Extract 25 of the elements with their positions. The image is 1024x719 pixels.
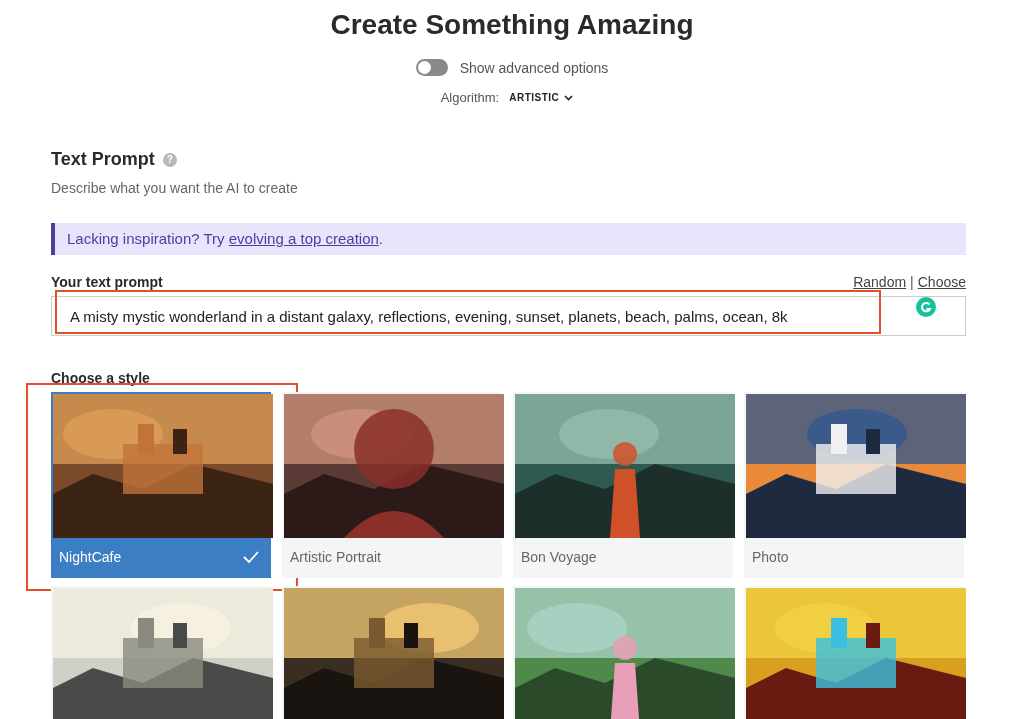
field-label: Your text prompt bbox=[51, 274, 163, 290]
toggle-switch[interactable] bbox=[415, 59, 448, 76]
prompt-link[interactable]: Random bbox=[853, 274, 907, 290]
style-label: Bon Voyage bbox=[521, 549, 597, 565]
toggle-label: Show advanced options bbox=[459, 59, 609, 76]
caret-icon bbox=[564, 94, 574, 101]
style-card[interactable]: Artistic Portrait bbox=[282, 392, 502, 578]
style-card[interactable]: Photo bbox=[744, 392, 964, 578]
style-label: Artistic Portrait bbox=[290, 549, 381, 565]
page-title: Create Something Amazing bbox=[329, 8, 695, 42]
section-heading: Text Prompt bbox=[51, 149, 155, 170]
checkmark-icon bbox=[243, 551, 259, 563]
style-card[interactable]: Bon Voyage bbox=[513, 392, 733, 578]
style-label: NightCafe bbox=[59, 549, 122, 565]
algorithm-dropdown[interactable]: ARTISTIC bbox=[509, 92, 574, 103]
style-label: Photo bbox=[752, 549, 789, 565]
section-description: Describe what you want the AI to create bbox=[51, 180, 299, 196]
section-label: Choose a style bbox=[51, 370, 151, 386]
prompt-field[interactable]: A misty mystic wonderland in a distant galaxy, reflections, evening, sunset, planets, beach, palms, ocean, 8k bbox=[51, 296, 966, 336]
style-card[interactable]: NightCafe bbox=[51, 392, 271, 578]
prompt-link[interactable]: Choose bbox=[917, 274, 966, 290]
algorithm-label: Algorithm: bbox=[440, 90, 500, 105]
inspiration-text: Lacking inspiration? Try evolving a top creation. bbox=[67, 230, 384, 247]
inspiration-link[interactable]: evolving a top creation bbox=[228, 230, 379, 247]
link-separator: | bbox=[910, 274, 914, 290]
